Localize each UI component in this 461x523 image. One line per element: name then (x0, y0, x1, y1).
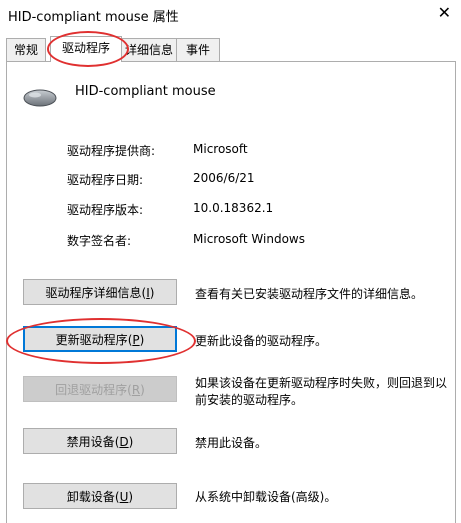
tab-events[interactable]: 事件 (176, 38, 220, 61)
disable-device-button[interactable]: 禁用设备(D) (23, 428, 177, 454)
tab-driver[interactable]: 驱动程序 (50, 36, 122, 62)
rollback-driver-description: 如果该设备在更新驱动程序时失败，则回退到以前安装的驱动程序。 (195, 376, 448, 407)
digital-signer-value: Microsoft Windows (193, 232, 305, 246)
driver-panel: HID-compliant mouse 驱动程序提供商: Microsoft 驱… (6, 61, 456, 523)
rollback-driver-button[interactable]: 回退驱动程序(R) (23, 376, 177, 402)
update-driver-button[interactable]: 更新驱动程序(P) (23, 326, 177, 352)
driver-version-value: 10.0.18362.1 (193, 201, 274, 215)
update-driver-description: 更新此设备的驱动程序。 (195, 334, 328, 348)
driver-date-label: 驱动程序日期: (67, 173, 144, 187)
driver-provider-label: 驱动程序提供商: (67, 144, 156, 158)
disable-device-mnemonic: D (119, 435, 129, 449)
driver-details-description: 查看有关已安装驱动程序文件的详细信息。 (195, 287, 424, 301)
tab-details[interactable]: 详细信息 (121, 38, 177, 61)
disable-device-description: 禁用此设备。 (195, 436, 268, 450)
rollback-driver-mnemonic: R (131, 383, 141, 397)
driver-details-label: 驱动程序详细信息 (45, 286, 142, 300)
driver-details-mnemonic: I (146, 286, 150, 300)
driver-date-value: 2006/6/21 (193, 171, 255, 185)
mouse-icon (23, 89, 57, 107)
digital-signer-label: 数字签名者: (67, 234, 132, 248)
window-title: HID-compliant mouse 属性 (8, 10, 179, 25)
update-driver-mnemonic: P (132, 333, 140, 347)
uninstall-device-label: 卸载设备 (66, 490, 115, 504)
driver-provider-value: Microsoft (193, 142, 248, 156)
driver-version-label: 驱动程序版本: (67, 203, 144, 217)
update-driver-label: 更新驱动程序 (55, 333, 128, 347)
tab-general[interactable]: 常规 (6, 38, 46, 61)
device-name: HID-compliant mouse (75, 84, 216, 99)
close-icon[interactable]: ✕ (438, 3, 451, 22)
title-bar: HID-compliant mouse 属性 ✕ (0, 0, 461, 28)
driver-details-button[interactable]: 驱动程序详细信息(I) (23, 279, 177, 305)
uninstall-device-description: 从系统中卸载设备(高级)。 (195, 490, 337, 504)
disable-device-label: 禁用设备 (66, 435, 115, 449)
uninstall-device-mnemonic: U (119, 490, 129, 504)
uninstall-device-button[interactable]: 卸载设备(U) (23, 483, 177, 509)
rollback-driver-label: 回退驱动程序 (55, 383, 128, 397)
